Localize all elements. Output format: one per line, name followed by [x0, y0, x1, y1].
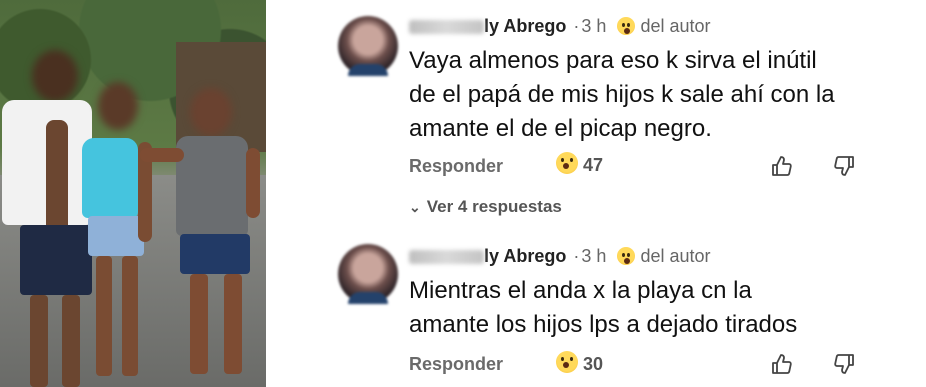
thumbs-up-icon[interactable]	[770, 154, 794, 178]
comment-line: Vaya almenos para eso k sirva el inútil	[409, 47, 817, 74]
reaction-count: 30	[583, 354, 604, 374]
thumbs-up-icon[interactable]	[770, 352, 794, 376]
chevron-down-icon: ⌄	[409, 199, 421, 215]
comment-time[interactable]: 3 h	[581, 246, 606, 266]
author-name[interactable]: ly Abrego	[484, 246, 566, 266]
news-photo	[0, 0, 266, 387]
comment-time[interactable]: 3 h	[581, 16, 606, 36]
comment-line: de el papá de mis hijos k sale ahí con l…	[409, 81, 835, 108]
reaction-summary[interactable]: 30	[556, 351, 603, 375]
author-badge: del autor	[640, 246, 711, 266]
author-badge: del autor	[640, 16, 711, 36]
comment-line: amante los hijos lps a dejado tirados	[409, 311, 798, 338]
blurred-name	[409, 250, 484, 265]
comment-text: Mientras el anda x la playa cn la amante…	[409, 274, 899, 342]
blurred-name	[409, 20, 484, 35]
thumbs-down-icon[interactable]	[832, 352, 856, 376]
wow-emoji-icon	[556, 351, 578, 373]
reply-button[interactable]: Responder	[409, 156, 503, 176]
comment-text: Vaya almenos para eso k sirva el inútil …	[409, 44, 899, 146]
reaction-summary[interactable]: 47	[556, 152, 603, 176]
comment-actions: Responder	[409, 156, 503, 177]
wow-emoji-icon	[617, 17, 636, 35]
comment-actions: Responder	[409, 354, 503, 375]
comment-1: ly Abrego · 3 h del autor Vaya almenos pa…	[338, 10, 908, 225]
thumbs-down-icon[interactable]	[832, 154, 856, 178]
woman-gray-top	[140, 88, 266, 387]
reaction-count: 47	[583, 155, 604, 175]
reply-button[interactable]: Responder	[409, 354, 503, 374]
view-replies-link[interactable]: ⌄ Ver 4 respuestas	[409, 197, 562, 217]
comment-meta: ly Abrego · 3 h del autor	[409, 246, 711, 267]
comment-meta: ly Abrego · 3 h del autor	[409, 16, 711, 37]
view-replies-label: Ver 4 respuestas	[426, 197, 562, 216]
comment-2: ly Abrego · 3 h del autor Mientras el and…	[338, 240, 908, 387]
wow-emoji-icon	[556, 152, 578, 174]
comment-line: amante el de el picap negro.	[409, 115, 712, 142]
author-name[interactable]: ly Abrego	[484, 16, 566, 36]
avatar[interactable]	[338, 16, 398, 76]
avatar[interactable]	[338, 244, 398, 304]
comment-line: Mientras el anda x la playa cn la	[409, 277, 752, 304]
wow-emoji-icon	[617, 247, 636, 265]
